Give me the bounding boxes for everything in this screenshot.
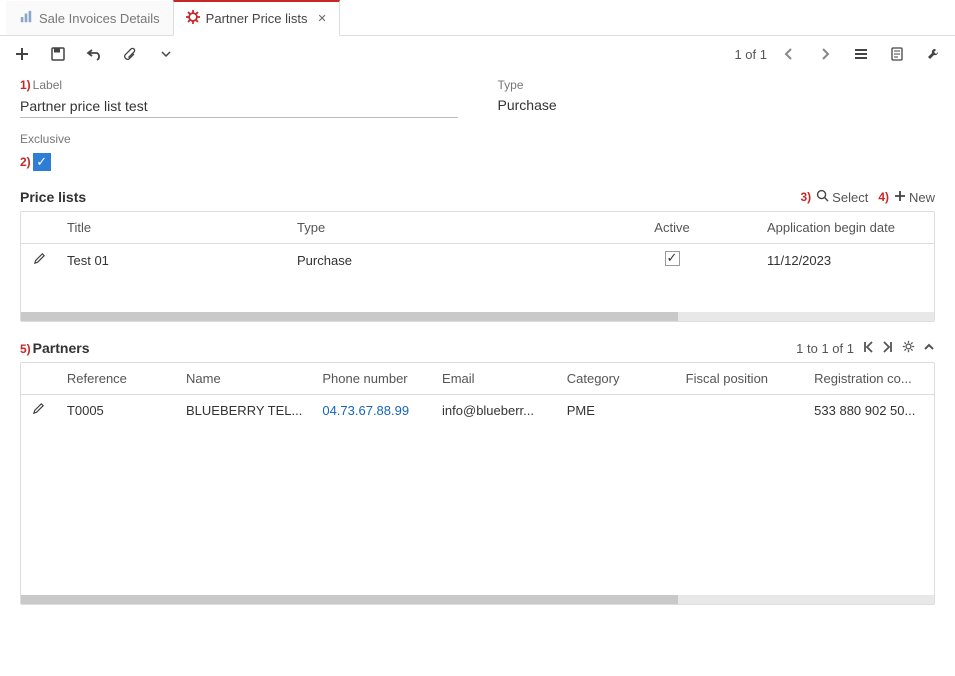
label-caption: Label <box>33 78 62 92</box>
col-active[interactable]: Active <box>587 212 757 244</box>
list-view-button[interactable] <box>853 46 869 62</box>
close-icon[interactable]: ✕ <box>318 12 327 25</box>
label-input[interactable] <box>20 95 458 118</box>
tab-partner-price-lists[interactable]: Partner Price lists ✕ <box>173 0 340 36</box>
col-reference[interactable]: Reference <box>57 363 176 395</box>
type-value: Purchase <box>498 95 936 115</box>
price-lists-title: Price lists <box>20 189 86 205</box>
dropdown-caret-icon[interactable] <box>158 46 174 62</box>
plus-icon <box>894 190 906 205</box>
cell-name: BLUEBERRY TEL... <box>186 403 302 418</box>
next-button[interactable] <box>817 46 833 62</box>
cell-regco: 533 880 902 50... <box>814 403 915 418</box>
gear-icon <box>186 10 200 27</box>
col-email[interactable]: Email <box>432 363 557 395</box>
tab-label: Partner Price lists <box>206 11 308 26</box>
record-counter: 1 of 1 <box>734 47 767 62</box>
new-label: New <box>909 190 935 205</box>
col-phone[interactable]: Phone number <box>312 363 432 395</box>
table-row[interactable]: Test 01 Purchase 11/12/2023 <box>21 244 934 277</box>
edit-row-button[interactable] <box>21 244 57 277</box>
add-button[interactable] <box>14 46 30 62</box>
document-button[interactable] <box>889 46 905 62</box>
col-begin[interactable]: Application begin date <box>757 212 934 244</box>
gear-icon[interactable] <box>902 340 915 356</box>
col-regco[interactable]: Registration co... <box>804 363 934 395</box>
col-name[interactable]: Name <box>176 363 312 395</box>
cell-fiscal <box>676 395 805 426</box>
cell-begin: 11/12/2023 <box>757 244 934 277</box>
table-row[interactable]: T0005 BLUEBERRY TEL... 04.73.67.88.99 in… <box>21 395 934 426</box>
partners-counter: 1 to 1 of 1 <box>796 341 854 356</box>
select-label: Select <box>832 190 868 205</box>
col-title[interactable]: Title <box>57 212 287 244</box>
col-category[interactable]: Category <box>557 363 676 395</box>
partners-title: Partners <box>33 340 90 356</box>
annotation-5: 5) <box>20 342 31 356</box>
type-caption: Type <box>498 78 936 92</box>
last-page-button[interactable] <box>882 341 894 356</box>
cell-title: Test 01 <box>57 244 287 277</box>
cell-email: info@blueberr... <box>442 403 534 418</box>
active-checkbox[interactable] <box>665 251 680 266</box>
attachment-button[interactable] <box>122 46 138 62</box>
annotation-3: 3) <box>801 190 812 204</box>
undo-button[interactable] <box>86 46 102 62</box>
cell-phone[interactable]: 04.73.67.88.99 <box>322 403 409 418</box>
wrench-button[interactable] <box>925 46 941 62</box>
cell-reference: T0005 <box>57 395 176 426</box>
col-fiscal[interactable]: Fiscal position <box>676 363 805 395</box>
new-action[interactable]: 4) New <box>878 190 935 205</box>
horizontal-scrollbar[interactable] <box>21 595 934 604</box>
cell-type: Purchase <box>287 244 587 277</box>
col-type[interactable]: Type <box>287 212 587 244</box>
prev-button[interactable] <box>781 46 797 62</box>
search-icon <box>816 189 829 205</box>
tab-label: Sale Invoices Details <box>39 11 160 26</box>
tab-sale-invoices-details[interactable]: Sale Invoices Details <box>6 1 173 35</box>
horizontal-scrollbar[interactable] <box>21 312 934 321</box>
select-action[interactable]: 3) Select <box>801 189 869 205</box>
bar-chart-icon <box>19 10 33 27</box>
annotation-1: 1) <box>20 78 31 92</box>
annotation-4: 4) <box>878 190 889 204</box>
annotation-2: 2) <box>20 155 31 169</box>
collapse-icon[interactable] <box>923 341 935 356</box>
exclusive-checkbox[interactable]: ✓ <box>33 153 51 171</box>
save-button[interactable] <box>50 46 66 62</box>
edit-row-button[interactable] <box>21 395 57 426</box>
cell-category: PME <box>557 395 676 426</box>
first-page-button[interactable] <box>862 341 874 356</box>
exclusive-caption: Exclusive <box>20 132 935 146</box>
